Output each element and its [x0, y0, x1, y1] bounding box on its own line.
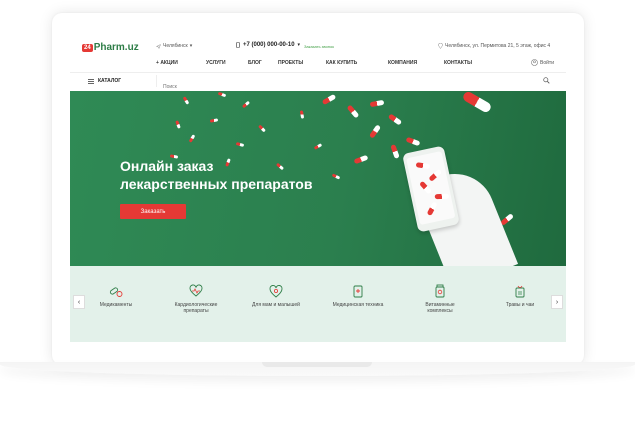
category-item-medical-equipment[interactable]: Медицинская техника	[320, 284, 396, 308]
main-nav: + Акции Услуги Блог Проекты Как купить К…	[156, 58, 556, 70]
pill	[368, 124, 382, 139]
nav-item-blog[interactable]: Блог	[248, 60, 262, 66]
pill	[235, 142, 245, 147]
pill	[390, 144, 400, 159]
pill	[346, 104, 360, 119]
nav-item-company[interactable]: Компания	[388, 60, 417, 66]
map-pin-icon	[438, 43, 443, 49]
nav-item-promo[interactable]: + Акции	[156, 60, 178, 66]
heart-icon	[189, 284, 203, 297]
category-label: комплексы	[427, 308, 453, 314]
category-label: Медицинская техника	[332, 302, 384, 308]
address: Челябинск, ул. Пермитова 21, 5 этаж, офи…	[438, 43, 550, 49]
search-icon[interactable]	[543, 77, 550, 84]
callback-link[interactable]: Заказать звонок	[304, 44, 334, 49]
hero-title: Онлайн заказ лекарственных препаратов	[120, 157, 360, 193]
website-viewport: 24 Pharm.uz Челябинск ▾ +7 (000) 000-00-…	[70, 32, 566, 344]
category-label: препараты	[183, 308, 209, 314]
search-box	[156, 75, 556, 93]
pill	[182, 96, 190, 105]
pill	[258, 124, 266, 133]
phone-icon	[236, 42, 240, 48]
category-label: Для мам и малышей	[252, 302, 300, 308]
user-icon	[531, 59, 538, 66]
category-label: Травы и чаи	[505, 302, 535, 308]
nav-item-projects[interactable]: Проекты	[278, 60, 303, 66]
logo[interactable]: 24 Pharm.uz	[82, 42, 139, 53]
nav-item-contacts[interactable]: Контакты	[444, 60, 472, 66]
category-item-mother-baby[interactable]: Для мам и малышей	[238, 284, 314, 308]
nav-item-label: Акции	[160, 60, 178, 66]
chevron-down-icon: ▾	[297, 42, 301, 48]
pill	[241, 100, 251, 109]
chevron-down-icon: ▾	[189, 43, 193, 49]
location-icon	[156, 43, 161, 49]
category-item-herbs-teas[interactable]: Травы и чаи	[482, 284, 558, 308]
herbs-icon	[515, 285, 525, 298]
catalog-label: КАТАЛОГ	[98, 78, 122, 84]
pill	[299, 110, 305, 119]
categories-carousel: ‹ › Медикаменты Кардиологические препара…	[70, 266, 566, 342]
catalog-search-row: КАТАЛОГ	[70, 72, 566, 93]
smartphone-illustration	[402, 145, 460, 233]
nav-item-services[interactable]: Услуги	[206, 60, 226, 66]
phone-number[interactable]: +7 (000) 000-00-10 ▾	[236, 42, 300, 48]
hero-title-line2: лекарственных препаратов	[120, 176, 313, 192]
pill	[188, 134, 196, 143]
pill	[175, 120, 181, 129]
category-item-medicines[interactable]: Медикаменты	[78, 284, 154, 308]
city-selector[interactable]: Челябинск ▾	[156, 43, 192, 49]
logo-badge: 24	[82, 43, 93, 52]
vitamins-icon	[435, 284, 445, 298]
hero-banner: Онлайн заказ лекарственных препаратов За…	[70, 91, 566, 266]
pill	[461, 91, 493, 114]
pill	[313, 143, 323, 150]
city-label: Челябинск	[163, 43, 188, 49]
laptop-notch	[262, 362, 372, 367]
order-button[interactable]: Заказать	[120, 204, 186, 219]
menu-icon	[88, 78, 94, 84]
pills-icon	[109, 287, 123, 297]
login-label: Войти	[540, 59, 554, 66]
phone-label: +7 (000) 000-00-10	[243, 42, 295, 48]
address-label: Челябинск, ул. Пермитова 21, 5 этаж, офи…	[445, 43, 551, 49]
nav-item-how-to-buy[interactable]: Как купить	[326, 60, 357, 66]
category-item-vitamins[interactable]: Витаминные комплексы	[402, 284, 478, 314]
pill	[217, 91, 227, 98]
hero-title-line1: Онлайн заказ	[120, 158, 214, 174]
pill	[387, 113, 403, 126]
category-item-cardiology[interactable]: Кардиологические препараты	[158, 284, 234, 314]
pill	[405, 136, 421, 147]
pill	[321, 93, 337, 106]
mother-baby-icon	[269, 285, 283, 298]
catalog-button[interactable]: КАТАЛОГ	[88, 78, 121, 84]
header-top: 24 Pharm.uz Челябинск ▾ +7 (000) 000-00-…	[70, 32, 566, 58]
pill	[369, 99, 385, 108]
login-button[interactable]: Войти	[531, 59, 554, 66]
medical-device-icon	[353, 285, 363, 298]
logo-text: Pharm.uz	[93, 42, 139, 53]
category-label: Медикаменты	[99, 302, 133, 308]
pill	[209, 118, 219, 123]
